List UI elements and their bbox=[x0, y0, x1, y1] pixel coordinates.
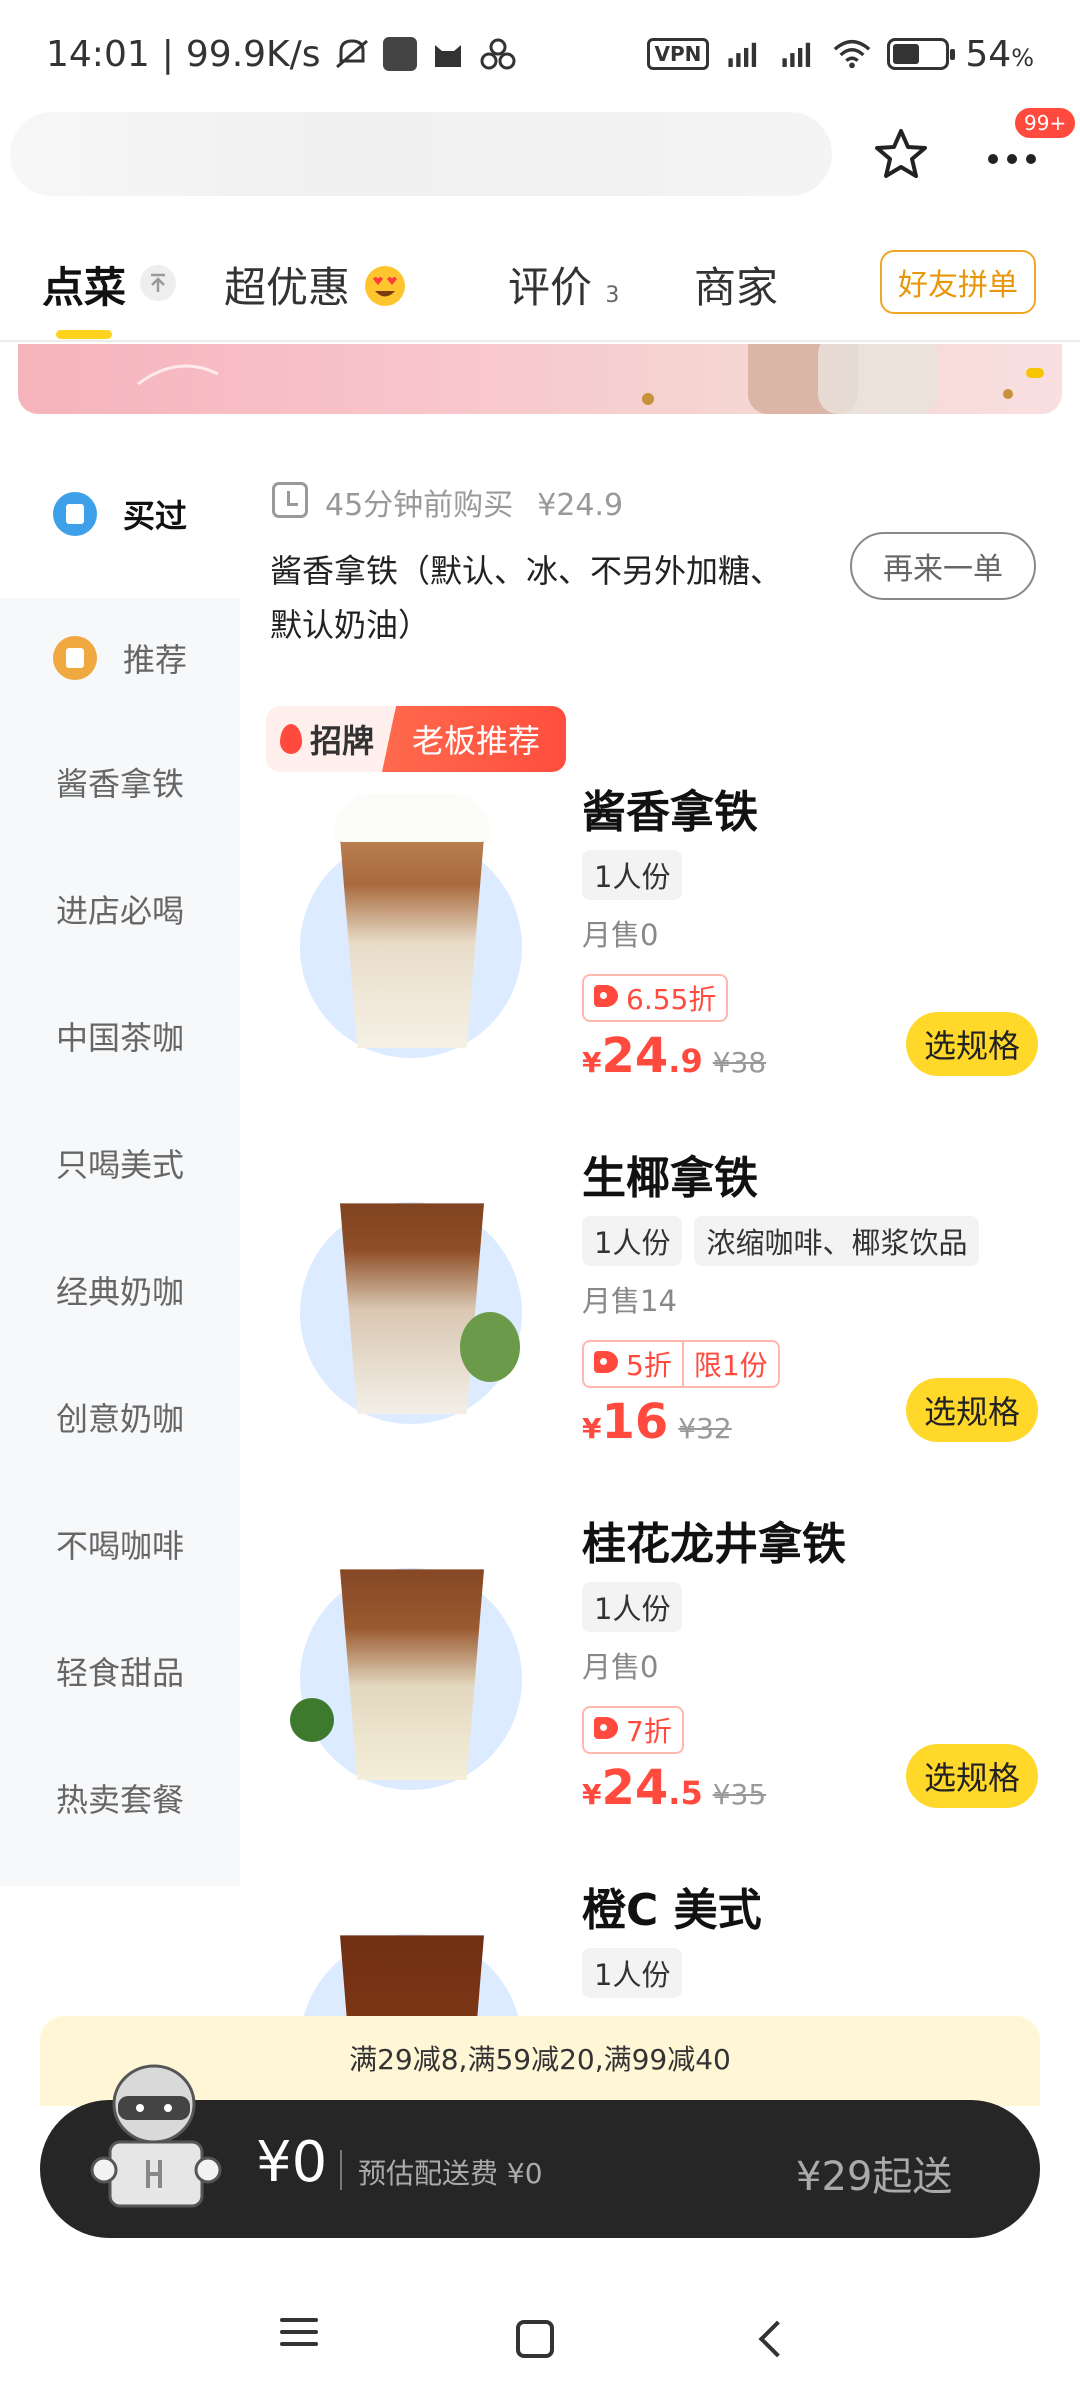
tab-order[interactable]: 点菜 bbox=[42, 254, 126, 315]
reorder-button[interactable]: 再来一单 bbox=[850, 532, 1036, 600]
discount-badge: 6.55折 bbox=[582, 974, 729, 1022]
vpn-icon: VPN bbox=[646, 38, 710, 70]
sidebar-item-category[interactable]: 进店必喝 bbox=[0, 849, 240, 969]
reorder-meta: 45分钟前购买 ¥24.9 bbox=[325, 488, 624, 523]
banner-artwork bbox=[137, 344, 1013, 414]
product-card[interactable]: 酱香拿铁 1人份 月售0 6.55折 ¥24.9 ¥38 选规格 bbox=[270, 766, 1050, 1106]
discount-badge: 7折 bbox=[582, 1706, 684, 1754]
sidebar-item-category[interactable]: 创意奶咖 bbox=[0, 1357, 240, 1477]
product-name: 酱香拿铁 bbox=[582, 787, 758, 838]
sidebar-item-category[interactable]: 轻食甜品 bbox=[0, 1611, 240, 1731]
battery-icon bbox=[887, 38, 956, 70]
product-sales: 月售0 bbox=[582, 918, 659, 952]
product-tag: 浓缩咖啡、椰浆饮品 bbox=[694, 1216, 980, 1266]
product-sales: 月售14 bbox=[582, 1284, 677, 1318]
delivery-fee: 预估配送费 ¥0 bbox=[358, 2157, 543, 2190]
cart-mascot-icon[interactable] bbox=[84, 2060, 226, 2220]
system-nav-bar bbox=[0, 2280, 1080, 2400]
tab-bar: 点菜 超优惠 评价 3 商家 好友拼单 bbox=[0, 244, 1080, 340]
signal-icon bbox=[728, 42, 757, 67]
product-price: ¥24.5 ¥35 bbox=[582, 1760, 767, 1816]
home-nav-icon[interactable] bbox=[506, 2310, 566, 2370]
friend-group-order-button[interactable]: 好友拼单 bbox=[880, 250, 1036, 314]
search-input[interactable] bbox=[10, 112, 832, 196]
product-name: 生椰拿铁 bbox=[582, 1153, 758, 1204]
promo-banner[interactable] bbox=[18, 344, 1062, 414]
tag-icon bbox=[594, 985, 618, 1007]
mute-icon bbox=[335, 39, 368, 69]
sidebar-item-category[interactable]: 热卖套餐 bbox=[0, 1738, 240, 1858]
discount-badge: 5折 限1份 bbox=[582, 1340, 780, 1388]
product-tag: 1人份 bbox=[582, 1582, 683, 1632]
signal-icon-2 bbox=[782, 42, 811, 67]
sidebar-item-category[interactable]: 只喝美式 bbox=[0, 1103, 240, 1223]
sidebar-item-category[interactable]: 酱香拿铁 bbox=[0, 722, 240, 842]
app-notification-icon bbox=[382, 37, 417, 71]
sidebar-item-bought[interactable]: 买过 bbox=[0, 430, 240, 598]
wifi-icon bbox=[834, 39, 871, 69]
product-card[interactable]: 橙C 美式 1人份 bbox=[270, 1864, 1050, 2024]
product-image bbox=[284, 1894, 522, 2024]
heart-eyes-emoji-icon bbox=[365, 266, 406, 306]
tab-deals[interactable]: 超优惠 bbox=[224, 254, 407, 315]
cloud-icon bbox=[480, 38, 516, 70]
divider bbox=[0, 340, 1080, 342]
back-nav-icon[interactable] bbox=[744, 2310, 804, 2370]
clock: 14:01 bbox=[46, 33, 150, 75]
product-price: ¥16 ¥32 bbox=[582, 1394, 732, 1450]
tag-icon bbox=[594, 1717, 618, 1739]
product-name: 桂花龙井拿铁 bbox=[582, 1519, 846, 1570]
product-card[interactable]: 桂花龙井拿铁 1人份 月售0 7折 ¥24.5 ¥35 选规格 bbox=[270, 1498, 1050, 1838]
product-price: ¥24.9 ¥38 bbox=[582, 1028, 767, 1084]
bookmark-icon bbox=[52, 636, 97, 680]
product-image bbox=[284, 1528, 522, 1790]
reorder-item-name: 酱香拿铁（默认、冰、不另外加糖、默认奶油） bbox=[270, 552, 783, 644]
status-bar: 14:01 | 99.9K/s VPN 54% bbox=[46, 33, 1034, 75]
more-button[interactable] bbox=[982, 134, 1042, 174]
tab-merchant[interactable]: 商家 bbox=[694, 254, 778, 315]
product-tag: 1人份 bbox=[582, 1948, 683, 1998]
cat-icon bbox=[434, 45, 461, 67]
sidebar-item-category[interactable]: 不喝咖啡 bbox=[0, 1484, 240, 1604]
sidebar-item-recommended[interactable]: 推荐 bbox=[0, 598, 240, 718]
active-tab-indicator bbox=[56, 330, 112, 339]
sidebar-item-category[interactable]: 中国茶咖 bbox=[0, 976, 240, 1096]
pin-top-icon[interactable] bbox=[140, 265, 176, 301]
flame-icon bbox=[280, 724, 302, 754]
notification-badge: 99+ bbox=[1013, 106, 1078, 140]
signature-tag: 招牌 老板推荐 bbox=[266, 706, 567, 772]
product-name: 橙C 美式 bbox=[582, 1885, 762, 1936]
product-tag: 1人份 bbox=[582, 850, 683, 900]
tab-reviews[interactable]: 评价 3 bbox=[508, 254, 619, 315]
search-row bbox=[0, 112, 1080, 196]
product-tag: 1人份 bbox=[582, 1216, 683, 1266]
product-card[interactable]: 生椰拿铁 1人份 浓缩咖啡、椰浆饮品 月售14 5折 限1份 ¥16 ¥32 选规… bbox=[270, 1132, 1050, 1472]
sidebar-spacer bbox=[0, 1886, 240, 2016]
clock-icon bbox=[272, 482, 308, 518]
tag-icon bbox=[594, 1351, 618, 1373]
battery-level: 54% bbox=[965, 33, 1034, 75]
product-image bbox=[284, 794, 522, 1058]
category-sidebar: 买过 推荐 酱香拿铁 进店必喝 中国茶咖 只喝美式 经典奶咖 创意奶咖 不喝咖啡… bbox=[0, 430, 240, 1886]
select-spec-button[interactable]: 选规格 bbox=[906, 1378, 1038, 1442]
product-image bbox=[284, 1162, 522, 1424]
more-dots-icon bbox=[988, 154, 1036, 164]
cart-total: ¥0 bbox=[256, 2130, 328, 2195]
min-order-button[interactable]: ¥29起送 bbox=[796, 2144, 952, 2202]
select-spec-button[interactable]: 选规格 bbox=[906, 1012, 1038, 1076]
favorite-star-icon[interactable] bbox=[872, 126, 930, 184]
basket-icon bbox=[52, 492, 97, 536]
select-spec-button[interactable]: 选规格 bbox=[906, 1744, 1038, 1808]
product-sales: 月售0 bbox=[582, 1650, 659, 1684]
sidebar-item-category[interactable]: 经典奶咖 bbox=[0, 1230, 240, 1350]
banner-indicator bbox=[1026, 368, 1044, 378]
menu-nav-icon[interactable] bbox=[270, 2310, 330, 2370]
net-speed: 99.9K/s bbox=[185, 33, 321, 75]
